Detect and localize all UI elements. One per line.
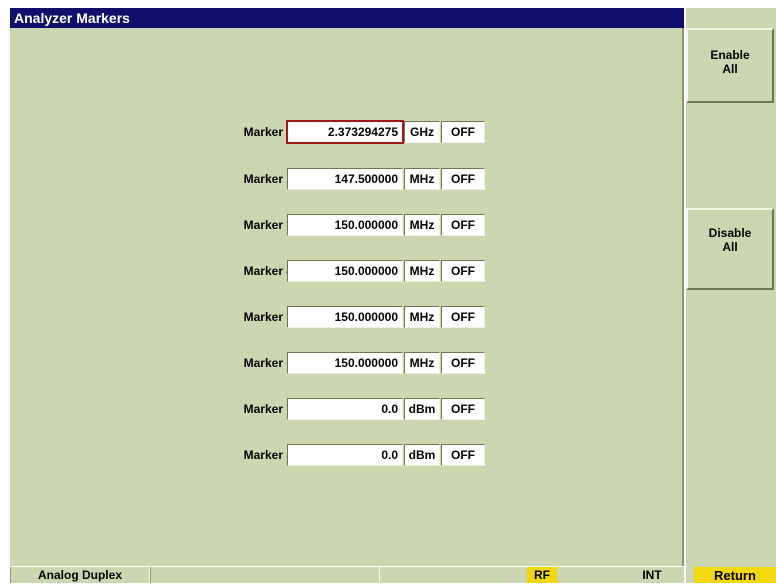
status-bar: Analog Duplex RF INT — [10, 567, 684, 583]
enable-all-button[interactable]: Enable All — [686, 28, 774, 103]
marker-row-2: Marker 2 147.500000 MHz OFF — [0, 168, 674, 190]
marker-label: Marker 1 — [243, 125, 293, 139]
marker-state-button[interactable]: OFF — [441, 306, 485, 328]
status-field-empty — [150, 567, 380, 583]
marker-row-3: Marker 3 150.000000 MHz OFF — [0, 214, 674, 236]
marker-unit-button[interactable]: MHz — [404, 352, 440, 374]
marker-unit-button[interactable]: dBm — [404, 398, 440, 420]
disable-all-label-line1: Disable — [708, 226, 752, 240]
return-button[interactable]: Return — [694, 567, 776, 583]
marker-frequency-field[interactable]: 147.500000 — [287, 168, 403, 190]
marker-frequency-field[interactable]: 150.000000 — [287, 214, 403, 236]
marker-label: Marker 3 — [243, 218, 293, 232]
marker-unit-button[interactable]: GHz — [404, 121, 440, 143]
rf-status-field: RF — [380, 567, 620, 583]
marker-state-button[interactable]: OFF — [441, 260, 485, 282]
marker-row-4: Marker 4 150.000000 MHz OFF — [0, 260, 674, 282]
marker-frequency-field[interactable]: 150.000000 — [287, 260, 403, 282]
marker-row-7: Marker 7 0.0 dBm OFF — [0, 398, 674, 420]
disable-all-label-line2: All — [722, 240, 738, 254]
marker-label: Marker 5 — [243, 310, 293, 324]
enable-all-label-line1: Enable — [710, 47, 750, 62]
marker-label: Marker 7 — [243, 402, 293, 416]
marker-label: Marker 6 — [243, 356, 293, 370]
marker-row-8: Marker 8 0.0 dBm OFF — [0, 444, 674, 466]
marker-row-6: Marker 6 150.000000 MHz OFF — [0, 352, 674, 374]
marker-label: Marker 2 — [243, 172, 293, 186]
enable-all-label-line2: All — [722, 61, 738, 76]
rf-badge: RF — [527, 567, 557, 583]
marker-row-5: Marker 5 150.000000 MHz OFF — [0, 306, 674, 328]
marker-unit-button[interactable]: MHz — [404, 168, 440, 190]
main-panel — [10, 8, 684, 566]
marker-state-button[interactable]: OFF — [441, 214, 485, 236]
marker-frequency-field[interactable]: 150.000000 — [287, 352, 403, 374]
marker-unit-button[interactable]: MHz — [404, 306, 440, 328]
marker-level-field[interactable]: 0.0 — [287, 398, 403, 420]
marker-state-button[interactable]: OFF — [441, 444, 485, 466]
marker-label: Marker 4 — [243, 264, 293, 278]
reference-indicator: INT — [642, 568, 662, 582]
mode-indicator: Analog Duplex — [10, 567, 150, 583]
disable-all-button[interactable]: Disable All — [686, 208, 774, 290]
marker-state-button[interactable]: OFF — [441, 121, 485, 143]
marker-frequency-field[interactable]: 2.373294275 — [286, 120, 404, 144]
marker-state-button[interactable]: OFF — [441, 398, 485, 420]
softkey-panel: Enable All Disable All — [686, 8, 776, 583]
marker-label: Marker 8 — [243, 448, 293, 462]
marker-unit-button[interactable]: MHz — [404, 260, 440, 282]
marker-frequency-field[interactable]: 150.000000 — [287, 306, 403, 328]
marker-row-1: Marker 1 2.373294275 GHz OFF — [0, 120, 674, 144]
marker-state-button[interactable]: OFF — [441, 352, 485, 374]
marker-state-button[interactable]: OFF — [441, 168, 485, 190]
marker-unit-button[interactable]: MHz — [404, 214, 440, 236]
window-title: Analyzer Markers — [10, 8, 684, 28]
marker-level-field[interactable]: 0.0 — [287, 444, 403, 466]
marker-unit-button[interactable]: dBm — [404, 444, 440, 466]
